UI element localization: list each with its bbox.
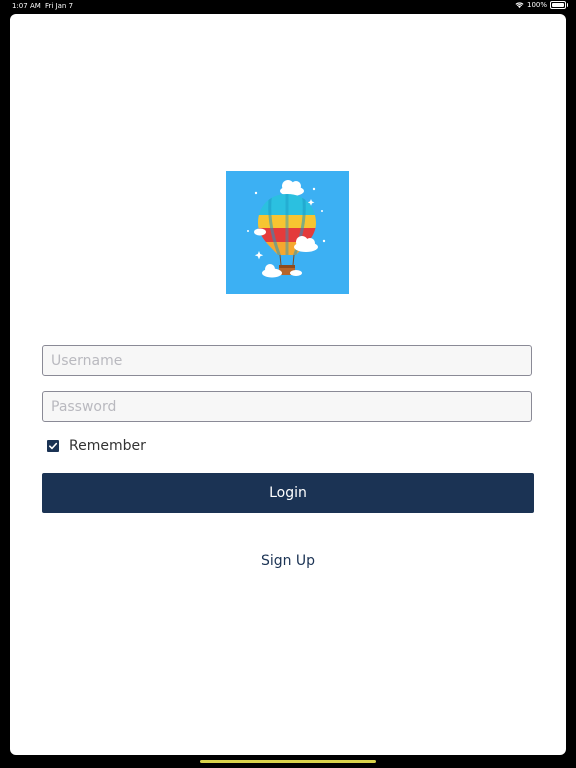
username-input[interactable]	[42, 345, 532, 376]
hot-air-balloon-icon	[247, 180, 326, 278]
status-time: 1:07 AM	[12, 2, 41, 10]
app-logo	[226, 171, 349, 294]
checkmark-icon	[49, 442, 58, 450]
battery-percent: 100%	[526, 1, 547, 9]
password-input[interactable]	[42, 391, 532, 422]
signup-link[interactable]: Sign Up	[10, 553, 566, 569]
remember-label: Remember	[69, 438, 146, 454]
status-right: 100%	[515, 1, 568, 9]
login-sheet: Remember Login Sign Up	[10, 14, 566, 755]
battery-icon	[550, 1, 568, 9]
wifi-icon	[515, 2, 524, 8]
status-bar: 1:07 AM Fri Jan 7 100%	[0, 0, 576, 13]
remember-toggle[interactable]: Remember	[47, 438, 146, 454]
status-date: Fri Jan 7	[45, 2, 74, 10]
login-button[interactable]: Login	[42, 473, 534, 513]
remember-checkbox[interactable]	[47, 440, 59, 452]
home-indicator	[200, 760, 376, 763]
